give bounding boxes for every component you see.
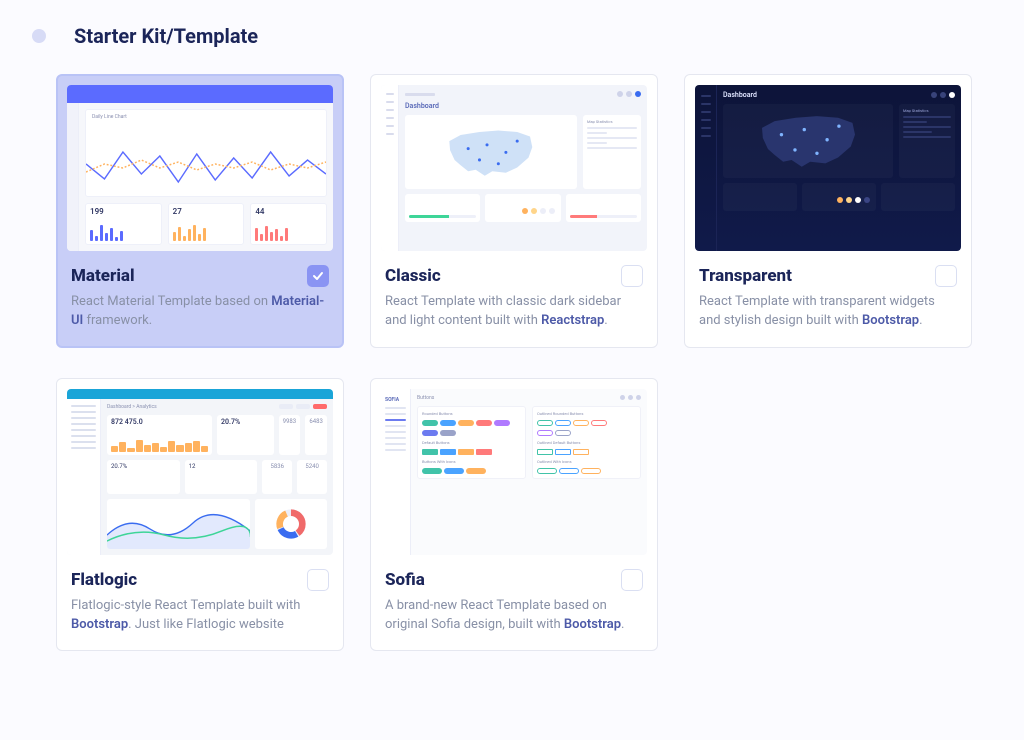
thumb-title: Dashboard — [405, 102, 641, 110]
donut-chart-icon — [274, 507, 308, 541]
template-card-sofia[interactable]: SOFIA Buttons Rounded Buttons — [370, 378, 658, 652]
template-thumbnail: Dashboard Map Statistics — [381, 85, 647, 251]
template-title: Classic — [385, 266, 441, 286]
check-icon — [312, 270, 324, 282]
usa-map-icon — [417, 126, 565, 179]
template-checkbox[interactable] — [307, 569, 329, 591]
thumb-stat-value: 27 — [173, 207, 240, 216]
template-description: React Template with transparent widgets … — [699, 293, 957, 331]
section-header: Starter Kit/Template — [32, 24, 992, 48]
thumb-title: Dashboard — [723, 91, 757, 99]
template-link[interactable]: Reactstrap — [541, 313, 604, 328]
template-card-transparent[interactable]: Dashboard Map Statistics — [684, 74, 972, 348]
template-title: Sofia — [385, 570, 425, 590]
template-card-flatlogic[interactable]: Dashboard > Analytics 872 475.0 — [56, 378, 344, 652]
usa-map-icon — [732, 111, 885, 170]
template-card-classic[interactable]: Dashboard Map Statistics — [370, 74, 658, 348]
section-title: Starter Kit/Template — [74, 24, 258, 48]
section-bullet-icon — [32, 29, 46, 43]
template-card-material[interactable]: Daily Line Chart 199 — [56, 74, 344, 348]
template-thumbnail: SOFIA Buttons Rounded Buttons — [381, 389, 647, 555]
template-description: Flatlogic-style React Template built wit… — [71, 597, 329, 635]
template-checkbox[interactable] — [307, 265, 329, 287]
template-description: A brand-new React Template based on orig… — [385, 597, 643, 635]
template-checkbox[interactable] — [621, 265, 643, 287]
template-link[interactable]: Bootstrap — [564, 617, 621, 632]
template-thumbnail: Dashboard > Analytics 872 475.0 — [67, 389, 333, 555]
thumb-page-title: Buttons — [417, 395, 434, 401]
thumb-breadcrumb: Dashboard > Analytics — [107, 404, 157, 410]
thumb-logo: SOFIA — [385, 397, 406, 403]
thumb-stat-value: 44 — [255, 207, 322, 216]
template-title: Flatlogic — [71, 570, 137, 590]
template-thumbnail: Daily Line Chart 199 — [67, 85, 333, 251]
template-checkbox[interactable] — [935, 265, 957, 287]
template-checkbox[interactable] — [621, 569, 643, 591]
template-title: Transparent — [699, 266, 792, 286]
template-description: React Material Template based on Materia… — [71, 293, 329, 331]
thumb-chart-title: Daily Line Chart — [92, 114, 320, 120]
thumb-stat-value: 872 475.0 — [111, 418, 208, 426]
template-link[interactable]: Bootstrap — [862, 313, 919, 328]
template-thumbnail: Dashboard Map Statistics — [695, 85, 961, 251]
template-description: React Template with classic dark sidebar… — [385, 293, 643, 331]
thumb-stat-value: 20.7% — [221, 418, 270, 426]
template-grid: Daily Line Chart 199 — [56, 74, 992, 651]
thumb-stat-value: 199 — [90, 207, 157, 216]
template-title: Material — [71, 266, 135, 286]
template-link[interactable]: Bootstrap — [71, 617, 128, 632]
